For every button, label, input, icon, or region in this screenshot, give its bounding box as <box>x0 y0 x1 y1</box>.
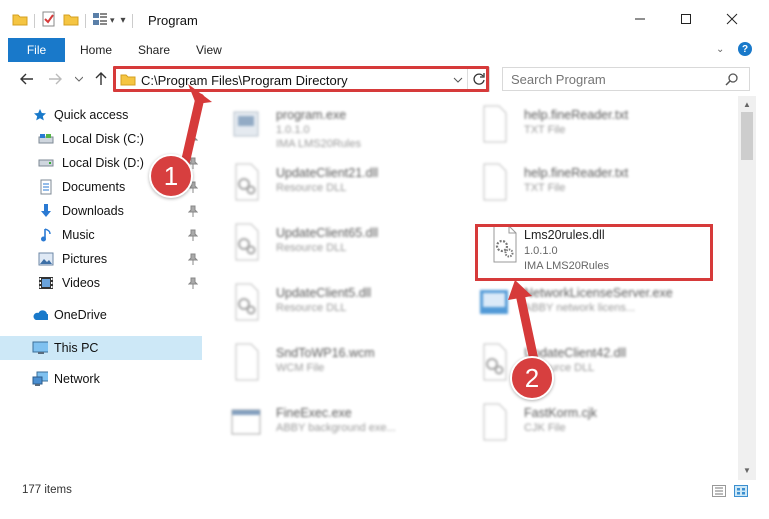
arrow-to-file <box>515 289 539 365</box>
arrow-to-address-bar <box>179 93 205 173</box>
arrow-head <box>508 280 532 300</box>
step-badge-2: 2 <box>510 356 554 400</box>
annotation-arrows <box>179 84 539 365</box>
arrow-head <box>188 84 212 104</box>
step-badge-1: 1 <box>149 154 193 198</box>
